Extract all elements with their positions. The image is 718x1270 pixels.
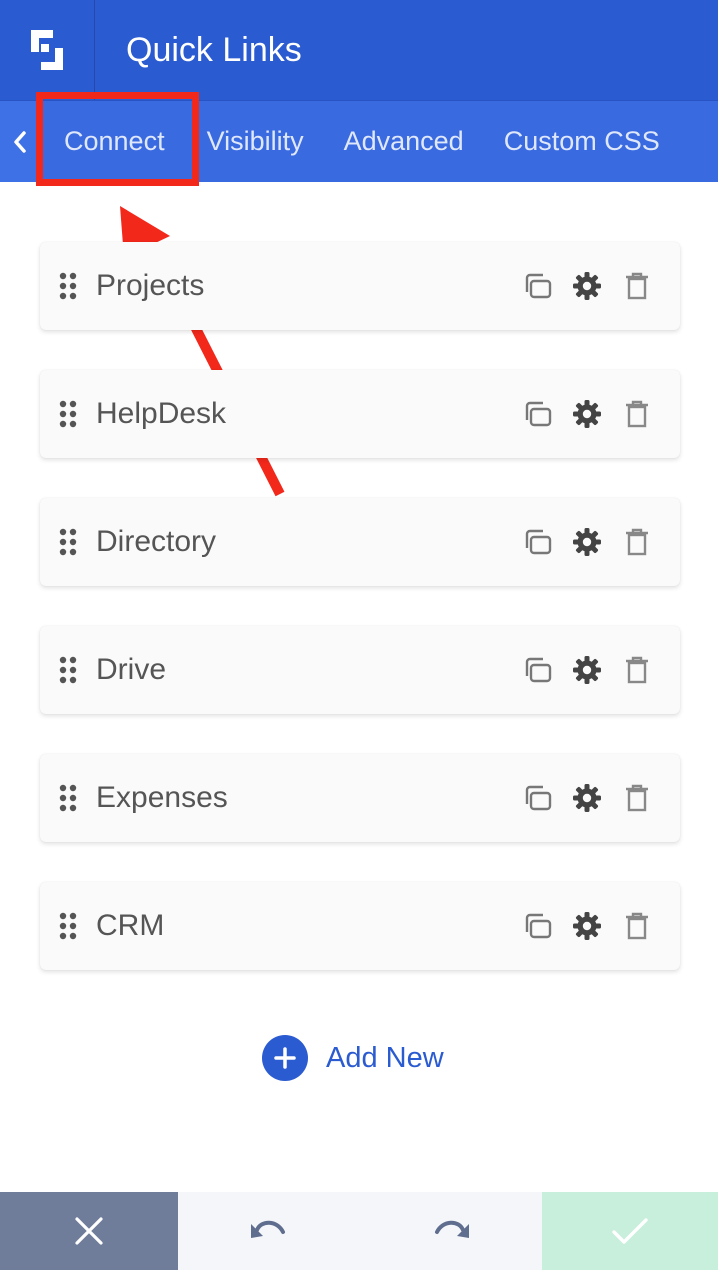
delete-button[interactable] — [612, 261, 662, 311]
plus-circle-icon — [262, 1035, 308, 1081]
item-actions — [512, 261, 680, 311]
trash-icon — [626, 272, 648, 300]
list-item[interactable]: Expenses — [40, 754, 680, 842]
settings-button[interactable] — [562, 389, 612, 439]
close-icon — [75, 1217, 103, 1245]
add-new-button[interactable]: Add New — [262, 1034, 444, 1082]
list-item-label: Projects — [96, 269, 205, 302]
duplicate-icon — [525, 529, 552, 555]
drag-handle[interactable] — [40, 754, 96, 842]
drag-handle-icon — [59, 784, 77, 812]
item-actions — [512, 901, 680, 951]
tab-advanced[interactable]: Advanced — [324, 101, 484, 182]
tab-custom-css[interactable]: Custom CSS — [484, 101, 680, 182]
list-item[interactable]: HelpDesk — [40, 370, 680, 458]
gear-icon — [573, 272, 601, 300]
delete-button[interactable] — [612, 389, 662, 439]
gear-icon — [573, 528, 601, 556]
duplicate-button[interactable] — [512, 645, 562, 695]
save-button[interactable] — [542, 1192, 718, 1270]
history-controls — [178, 1192, 542, 1270]
trash-icon — [626, 400, 648, 428]
panel-header: Quick Links — [0, 0, 718, 100]
page-title: Quick Links — [126, 30, 302, 69]
settings-button[interactable] — [562, 517, 612, 567]
list-item-label: HelpDesk — [96, 397, 227, 430]
drag-handle[interactable] — [40, 882, 96, 970]
drag-handle[interactable] — [40, 626, 96, 714]
undo-button[interactable] — [249, 1216, 289, 1247]
drag-handle-icon — [59, 400, 77, 428]
trash-icon — [626, 528, 648, 556]
item-actions — [512, 517, 680, 567]
list-item-label: Directory — [96, 525, 217, 558]
duplicate-button[interactable] — [512, 517, 562, 567]
list-item[interactable]: CRM — [40, 882, 680, 970]
list-item-label: Expenses — [96, 781, 228, 814]
logo — [0, 0, 95, 100]
duplicate-icon — [525, 657, 552, 683]
chevron-left-icon — [14, 130, 26, 153]
duplicate-button[interactable] — [512, 389, 562, 439]
trash-icon — [626, 656, 648, 684]
list-item[interactable]: Directory — [40, 498, 680, 586]
footer-toolbar — [0, 1192, 718, 1270]
settings-button[interactable] — [562, 901, 612, 951]
settings-button[interactable] — [562, 773, 612, 823]
item-actions — [512, 645, 680, 695]
list-item-label: Drive — [96, 653, 167, 686]
logo-icon — [31, 30, 63, 70]
list-item[interactable]: Projects — [40, 242, 680, 330]
drag-handle[interactable] — [40, 498, 96, 586]
tab-scroll-back-button[interactable] — [0, 101, 40, 182]
settings-button[interactable] — [562, 261, 612, 311]
settings-button[interactable] — [562, 645, 612, 695]
duplicate-button[interactable] — [512, 261, 562, 311]
drag-handle-icon — [59, 912, 77, 940]
gear-icon — [573, 784, 601, 812]
undo-icon — [251, 1220, 285, 1238]
gear-icon — [573, 912, 601, 940]
list-item-label: CRM — [96, 909, 165, 942]
gear-icon — [573, 400, 601, 428]
gear-icon — [573, 656, 601, 684]
duplicate-icon — [525, 401, 552, 427]
redo-button[interactable] — [431, 1216, 471, 1247]
delete-button[interactable] — [612, 517, 662, 567]
redo-icon — [435, 1220, 469, 1238]
list-item[interactable]: Drive — [40, 626, 680, 714]
duplicate-button[interactable] — [512, 773, 562, 823]
drag-handle-icon — [59, 272, 77, 300]
drag-handle-icon — [59, 528, 77, 556]
tab-bar: Connect Visibility Advanced Custom CSS — [0, 100, 718, 182]
drag-handle[interactable] — [40, 242, 96, 330]
quick-links-list: Projects HelpDesk Directory Drive Expens… — [40, 242, 680, 1010]
delete-button[interactable] — [612, 901, 662, 951]
duplicate-icon — [525, 785, 552, 811]
delete-button[interactable] — [612, 773, 662, 823]
add-new-label: Add New — [326, 1041, 444, 1074]
drag-handle[interactable] — [40, 370, 96, 458]
tab-connect[interactable]: Connect — [40, 101, 187, 182]
drag-handle-icon — [59, 656, 77, 684]
check-icon — [612, 1218, 648, 1244]
trash-icon — [626, 912, 648, 940]
trash-icon — [626, 784, 648, 812]
delete-button[interactable] — [612, 645, 662, 695]
duplicate-icon — [525, 913, 552, 939]
item-actions — [512, 773, 680, 823]
tab-visibility[interactable]: Visibility — [187, 101, 324, 182]
cancel-button[interactable] — [0, 1192, 178, 1270]
duplicate-icon — [525, 273, 552, 299]
item-actions — [512, 389, 680, 439]
duplicate-button[interactable] — [512, 901, 562, 951]
